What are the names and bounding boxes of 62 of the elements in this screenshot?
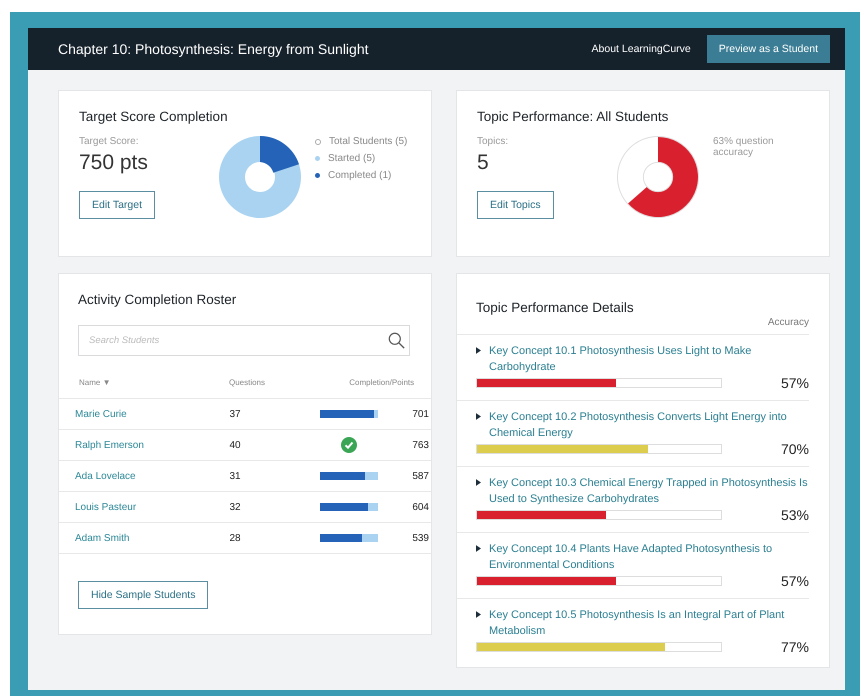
column-header: Questions [228,378,266,386]
student-link[interactable]: Marie Curie [59,408,195,420]
completion-bar [320,503,378,511]
points-cell-text: 587 [411,470,429,482]
student-link[interactable]: Ada Lovelace [59,470,195,482]
completion-bar [320,534,378,542]
topic-link[interactable]: Key Concept 10.3 Chemical Energy Trapped in Photosynthesis Is Used to Synthesize Carbohydrates [489,475,809,507]
card-title: Topic Performance: All Students [477,109,670,124]
legend-label: Started (5) [328,153,376,164]
preview-button[interactable]: Preview as a Student [706,35,830,63]
accuracy-percent: 57% [780,573,809,589]
edit-topics-button[interactable]: Edit Topics [477,191,554,219]
column-header: Completion/Points [348,378,416,386]
completion-bar [320,472,378,480]
card-title: Topic Performance Details [475,300,635,315]
accuracy-percent: 53% [780,507,809,523]
legend-dot-icon [315,173,320,178]
name-column-header[interactable]: Name ▼ [59,378,178,386]
accuracy-percent: 77% [780,639,809,655]
topics-value: 5 [477,151,490,175]
expand-triangle-icon[interactable] [476,413,481,420]
check-icon [341,437,357,453]
questions-cell-text: 31 [228,470,242,482]
topic-link[interactable]: Key Concept 10.2 Photosynthesis Converts Light Energy into Chemical Energy [489,409,809,441]
expand-triangle-icon[interactable] [476,545,481,552]
target-value: 750 pts [79,151,149,175]
legend-dot-icon [315,156,320,161]
accuracy-header: Accuracy [766,317,809,328]
student-link[interactable]: Louis Pasteur [59,502,195,512]
accuracy-percent: 70% [780,441,809,457]
search-field[interactable]: Search Students [78,325,410,356]
accuracy-note: 63% question accuracy [713,136,775,158]
questions-cell-text: 28 [228,532,242,544]
edit-target-button[interactable]: Edit Target [79,191,156,219]
chapter-title: Chapter 10: Photosynthesis: Energy from Sunlight [58,41,370,57]
topic-link[interactable]: Key Concept 10.5 Photosynthesis Is an Integral Part of Plant Metabolism [489,607,809,639]
accuracy-percent: 57% [780,375,809,391]
topic-link[interactable]: Key Concept 10.1 Photosynthesis Uses Light to Make Carbohydrate [489,343,809,375]
search-icon[interactable] [388,332,405,349]
expand-triangle-icon[interactable] [476,479,481,486]
target-label: Target Score: [79,136,140,147]
points-cell-text: 604 [411,502,429,512]
completion-bar [320,410,378,418]
questions-cell-text: 32 [228,502,242,512]
topic-link[interactable]: Key Concept 10.4 Plants Have Adapted Photosynthesis to Environmental Conditions [489,541,809,573]
points-cell-text: 701 [411,408,429,420]
legend-label: Total Students (5) [329,136,408,147]
student-link[interactable]: Adam Smith [59,532,195,544]
expand-triangle-icon[interactable] [476,347,481,354]
card-title: Activity Completion Roster [77,292,238,307]
hide-students-button[interactable]: Hide Sample Students [78,581,208,609]
points-cell-text: 539 [411,532,429,544]
topics-label: Topics: [477,136,510,147]
questions-cell-text: 40 [228,440,242,450]
points-cell-text: 763 [411,440,429,450]
legend-label: Completed (1) [328,170,392,181]
questions-cell-text: 37 [228,408,242,420]
expand-triangle-icon[interactable] [476,611,481,618]
card-title: Target Score Completion [79,109,229,124]
legend-dot-icon [315,138,321,144]
student-link[interactable]: Ralph Emerson [59,440,195,450]
about-link[interactable]: About LearningCurve [592,43,691,55]
